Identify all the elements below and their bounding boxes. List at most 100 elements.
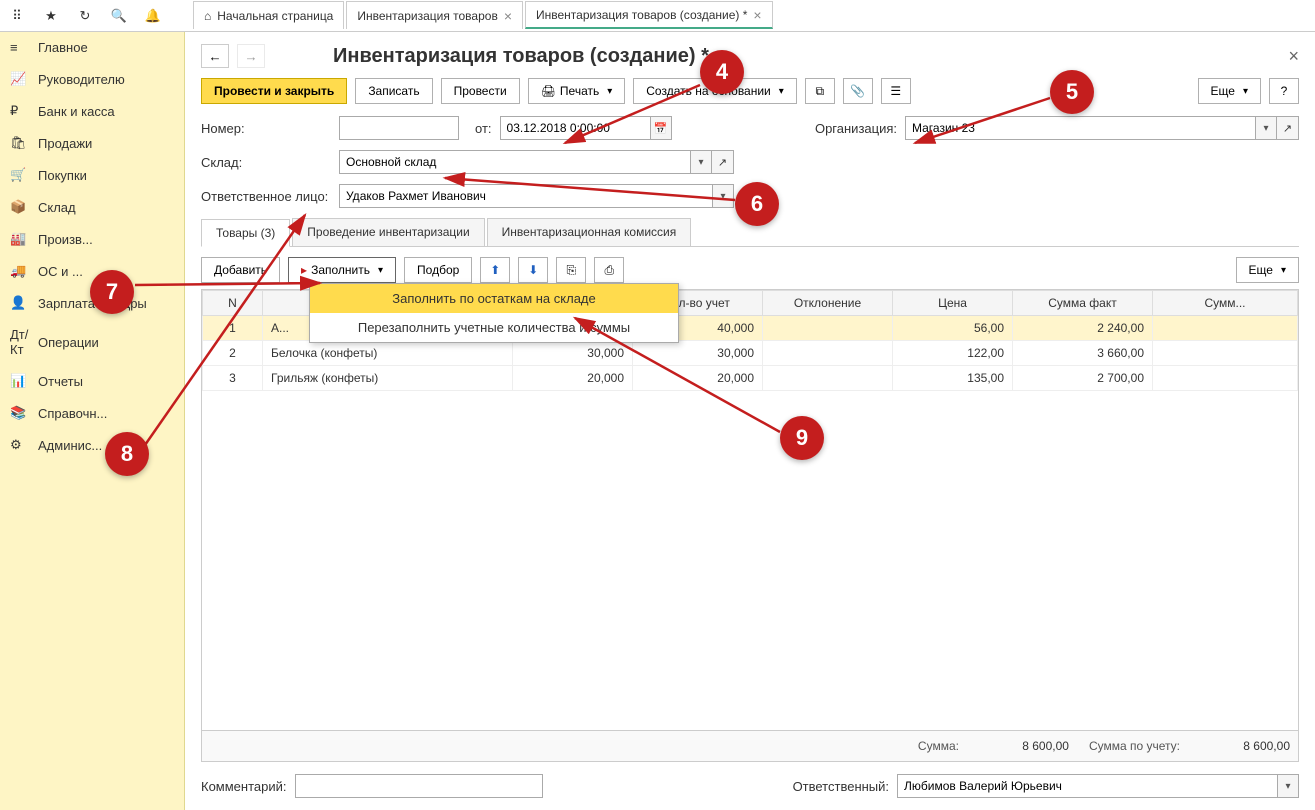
table-more-button[interactable]: Еще bbox=[1236, 257, 1299, 283]
org-label: Организация: bbox=[815, 121, 897, 136]
gear-icon: ⚙ bbox=[10, 437, 28, 453]
help-button[interactable]: ? bbox=[1269, 78, 1299, 104]
open-icon[interactable]: ↗ bbox=[712, 150, 734, 174]
sidebar-item-label: Админис... bbox=[38, 438, 102, 453]
col-n[interactable]: N bbox=[203, 291, 263, 316]
fill-by-stock-item[interactable]: Заполнить по остаткам на складе bbox=[310, 284, 678, 313]
table-row[interactable]: 3 Грильяж (конфеты) 20,000 20,000 135,00… bbox=[203, 366, 1298, 391]
sidebar-item-purchases[interactable]: 🛒Покупки bbox=[0, 159, 184, 191]
sidebar-item-production[interactable]: 🏭Произв... bbox=[0, 223, 184, 255]
responsible-label: Ответственное лицо: bbox=[201, 189, 331, 204]
callout-6: 6 bbox=[735, 182, 779, 226]
table-row[interactable]: 2 Белочка (конфеты) 30,000 30,000 122,00… bbox=[203, 341, 1298, 366]
sidebar-item-label: Продажи bbox=[38, 136, 92, 151]
callout-8: 8 bbox=[105, 432, 149, 476]
col-sum-acc[interactable]: Сумм... bbox=[1153, 291, 1298, 316]
select-button[interactable]: Подбор bbox=[404, 257, 472, 283]
sidebar-item-warehouse[interactable]: 📦Склад bbox=[0, 191, 184, 223]
post-button[interactable]: Провести bbox=[441, 78, 520, 104]
sidebar-item-operations[interactable]: Дт/КтОперации bbox=[0, 319, 184, 365]
close-icon[interactable]: × bbox=[753, 7, 761, 23]
star-icon[interactable]: ★ bbox=[42, 7, 60, 25]
sum-value: 8 600,00 bbox=[979, 739, 1069, 753]
col-sum-fact[interactable]: Сумма факт bbox=[1013, 291, 1153, 316]
more-button[interactable]: Еще bbox=[1198, 78, 1261, 104]
responsible-input[interactable] bbox=[339, 184, 712, 208]
dropdown-icon[interactable]: ▾ bbox=[1255, 116, 1277, 140]
col-dev[interactable]: Отклонение bbox=[763, 291, 893, 316]
structure-icon-button[interactable]: ⧉ bbox=[805, 78, 835, 104]
tab-home[interactable]: ⌂ Начальная страница bbox=[193, 1, 344, 29]
dropdown-icon[interactable]: ▾ bbox=[1277, 774, 1299, 798]
fill-button[interactable]: ▸Заполнить bbox=[288, 257, 396, 283]
post-and-close-button[interactable]: Провести и закрыть bbox=[201, 78, 347, 104]
sidebar-item-references[interactable]: 📚 Справочн... bbox=[0, 397, 184, 429]
bell-icon[interactable]: 🔔 bbox=[144, 7, 162, 25]
sidebar-item-bank[interactable]: ₽ Банк и касса bbox=[0, 95, 184, 127]
tab-commission[interactable]: Инвентаризационная комиссия bbox=[487, 218, 692, 246]
number-input[interactable] bbox=[339, 116, 459, 140]
chart-icon: 📈 bbox=[10, 71, 28, 87]
row-warehouse: Склад: ▾ ↗ bbox=[201, 150, 1299, 174]
tab-label: Начальная страница bbox=[217, 9, 333, 23]
callout-9: 9 bbox=[780, 416, 824, 460]
sidebar-item-label: Банк и касса bbox=[38, 104, 115, 119]
warehouse-input[interactable] bbox=[339, 150, 690, 174]
action-toolbar: Провести и закрыть Записать Провести 🖨Пе… bbox=[201, 78, 1299, 104]
copy-button[interactable]: ⎘ bbox=[556, 257, 586, 283]
printer-icon: 🖨 bbox=[541, 84, 556, 98]
print-button[interactable]: 🖨Печать bbox=[528, 78, 626, 104]
bottom-row: Комментарий: Ответственный: ▾ bbox=[201, 774, 1299, 798]
tab-inventory-list[interactable]: Инвентаризация товаров × bbox=[346, 1, 523, 29]
tab-inventory-create[interactable]: Инвентаризация товаров (создание) * × bbox=[525, 1, 773, 29]
dropdown-icon[interactable]: ▾ bbox=[690, 150, 712, 174]
sidebar-item-main[interactable]: ≡Главное bbox=[0, 32, 184, 63]
tab-goods[interactable]: Товары (3) bbox=[201, 219, 290, 247]
sidebar-item-label: ОС и ... bbox=[38, 264, 83, 279]
factory-icon: 🏭 bbox=[10, 231, 28, 247]
person-icon: 👤 bbox=[10, 295, 28, 311]
calendar-icon[interactable]: 📅 bbox=[650, 116, 672, 140]
forward-button[interactable]: → bbox=[237, 44, 265, 68]
number-label: Номер: bbox=[201, 121, 331, 136]
history-icon[interactable]: ↻ bbox=[76, 7, 94, 25]
fill-icon: ▸ bbox=[301, 263, 307, 277]
callout-4: 4 bbox=[700, 50, 744, 94]
list-icon-button[interactable]: ☰ bbox=[881, 78, 911, 104]
close-icon[interactable]: × bbox=[504, 8, 512, 24]
close-page-icon[interactable]: × bbox=[1288, 46, 1299, 67]
sidebar-item-label: Отчеты bbox=[38, 374, 83, 389]
dropdown-icon[interactable]: ▾ bbox=[712, 184, 734, 208]
row-number: Номер: от: 📅 Организация: ▾ ↗ bbox=[201, 116, 1299, 140]
tab-label: Инвентаризация товаров bbox=[357, 9, 497, 23]
goods-table-wrap: N Н... ... Кол-во учет Отклонение Цена С… bbox=[201, 289, 1299, 731]
write-button[interactable]: Записать bbox=[355, 78, 432, 104]
comment-input[interactable] bbox=[295, 774, 543, 798]
tab-conduct[interactable]: Проведение инвентаризации bbox=[292, 218, 484, 246]
back-button[interactable]: ← bbox=[201, 44, 229, 68]
sidebar-item-admin[interactable]: ⚙ Админис... bbox=[0, 429, 184, 461]
open-icon[interactable]: ↗ bbox=[1277, 116, 1299, 140]
sidebar-item-label: Справочн... bbox=[38, 406, 107, 421]
move-down-button[interactable]: ⬇ bbox=[518, 257, 548, 283]
sidebar-item-reports[interactable]: 📊Отчеты bbox=[0, 365, 184, 397]
sidebar-item-manager[interactable]: 📈Руководителю bbox=[0, 63, 184, 95]
apps-icon[interactable]: ⠿ bbox=[8, 7, 26, 25]
refill-amounts-item[interactable]: Перезаполнить учетные количества и суммы bbox=[310, 313, 678, 342]
page-title: Инвентаризация товаров (создание) * bbox=[273, 45, 1280, 68]
col-price[interactable]: Цена bbox=[893, 291, 1013, 316]
move-up-button[interactable]: ⬆ bbox=[480, 257, 510, 283]
paste-button[interactable]: ⎙ bbox=[594, 257, 624, 283]
callout-7: 7 bbox=[90, 270, 134, 314]
books-icon: 📚 bbox=[10, 405, 28, 421]
date-input[interactable] bbox=[500, 116, 650, 140]
sidebar-item-sales[interactable]: 🛍Продажи bbox=[0, 127, 184, 159]
sidebar-item-label: Покупки bbox=[38, 168, 87, 183]
bottom-responsible-input[interactable] bbox=[897, 774, 1277, 798]
add-button[interactable]: Добавить bbox=[201, 257, 280, 283]
ruble-icon: ₽ bbox=[10, 103, 28, 119]
from-label: от: bbox=[475, 121, 492, 136]
search-icon[interactable]: 🔍 bbox=[110, 7, 128, 25]
attach-icon-button[interactable]: 📎 bbox=[843, 78, 873, 104]
org-input[interactable] bbox=[905, 116, 1255, 140]
